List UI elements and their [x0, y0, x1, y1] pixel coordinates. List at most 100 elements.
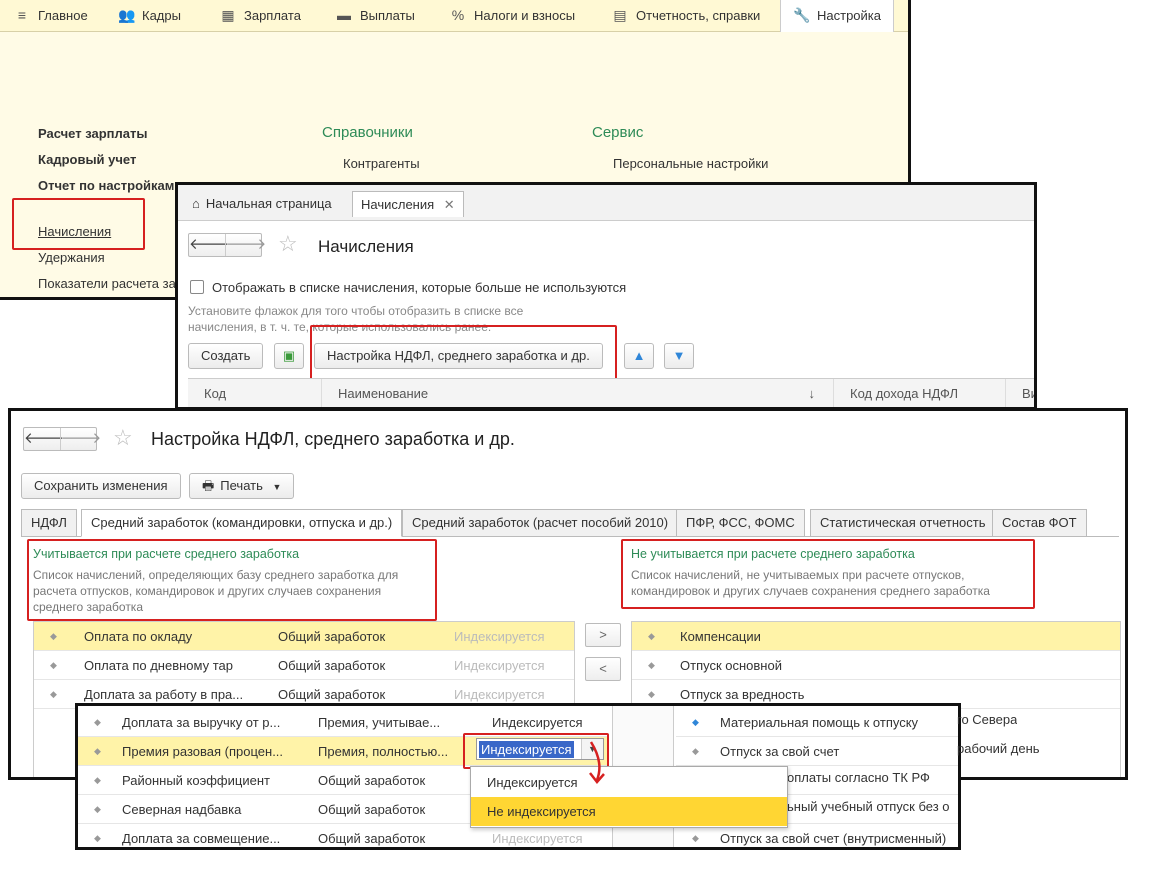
tab-statistics[interactable]: Статистическая отчетность: [810, 509, 996, 537]
row-index: Индексируется: [454, 629, 545, 644]
tab-average-earnings[interactable]: Средний заработок (командировки, отпуска…: [81, 509, 403, 537]
menu-item-label: Настройка: [817, 8, 881, 23]
save-changes-button[interactable]: Сохранить изменения: [21, 473, 181, 499]
menu-item-settings[interactable]: 🔧 Настройка: [780, 0, 894, 32]
percent-icon: %: [451, 7, 465, 23]
row-tail-text: го Севера: [957, 712, 1018, 727]
history-nav: 🡐🡒: [188, 233, 266, 257]
list-item[interactable]: ◆ Отпуск за свой счет: [676, 737, 958, 766]
move-left-button[interactable]: <: [585, 657, 621, 681]
printer-icon: 🖶: [202, 478, 215, 493]
section-salary-calc[interactable]: Расчет зарплаты: [38, 126, 147, 141]
row-name: Премия разовая (процен...: [122, 744, 284, 759]
list-item[interactable]: ◆ Отпуск основной: [632, 651, 1120, 680]
menu-item-label: Главное: [38, 8, 88, 23]
page-tab-bar: ⌂ Начальная страница Начисления ✕: [178, 185, 1034, 221]
option-indexed[interactable]: Индексируется: [471, 768, 787, 797]
column-ndfl-income-code[interactable]: Код дохода НДФЛ: [834, 379, 1006, 407]
row-name: Материальная помощь к отпуску: [720, 715, 919, 730]
menu-item-hr[interactable]: 👥 Кадры: [118, 0, 181, 32]
diamond-icon: ◆: [50, 689, 57, 699]
list-item[interactable]: ◆ Материальная помощь к отпуску: [676, 708, 958, 737]
link-contractors[interactable]: Контрагенты: [343, 156, 420, 171]
column-name[interactable]: Наименование ↓: [322, 379, 834, 407]
tab-fot[interactable]: Состав ФОТ: [992, 509, 1087, 537]
menu-item-label: Кадры: [142, 8, 181, 23]
favorite-star-icon[interactable]: ☆: [278, 231, 298, 257]
section-settings-report[interactable]: Отчет по настройкам: [38, 178, 174, 193]
references-heading: Справочники: [322, 124, 413, 141]
chevron-down-icon: ▼: [272, 482, 282, 492]
list-item[interactable]: ◆ Компенсации: [632, 622, 1120, 651]
accruals-window: ⌂ Начальная страница Начисления ✕ 🡐🡒 ☆ На…: [175, 182, 1037, 410]
diamond-icon: ◆: [94, 833, 101, 843]
tab-label: Начальная страница: [205, 196, 332, 211]
link-deductions[interactable]: Удержания: [38, 250, 105, 265]
accruals-table-header: Код Наименование ↓ Код дохода НДФЛ Ви: [188, 378, 1034, 407]
row-tail-text: оплаты согласно ТК РФ: [787, 770, 930, 785]
service-heading: Сервис: [592, 124, 644, 141]
option-not-indexed[interactable]: Не индексируется: [471, 797, 787, 826]
wrench-icon: 🔧: [793, 7, 811, 23]
menu-item-payments[interactable]: ▬ Выплаты: [336, 0, 415, 32]
menu-item-taxes[interactable]: % Налоги и взносы: [450, 0, 575, 32]
row-kind: Премия, учитывае...: [318, 715, 441, 730]
row-kind: Общий заработок: [278, 658, 386, 673]
chevron-down-icon[interactable]: ▼: [581, 739, 603, 759]
move-right-button[interactable]: >: [585, 623, 621, 647]
tab-ndfl[interactable]: НДФЛ: [21, 509, 77, 537]
print-button[interactable]: 🖶 Печать ▼: [189, 473, 295, 499]
back-arrow-icon[interactable]: 🡐: [24, 428, 64, 450]
menu-item-label: Выплаты: [360, 8, 415, 23]
checkbox-hint: Установите флажок для того чтобы отобраз…: [188, 304, 524, 334]
report-icon: ▤: [613, 7, 627, 23]
diamond-icon: ◆: [692, 746, 699, 756]
row-name: Северная надбавка: [122, 802, 242, 817]
print-label: Печать: [220, 478, 263, 493]
menu-item-salary[interactable]: ▦ Зарплата: [220, 0, 301, 32]
list-item[interactable]: ◆ Оплата по окладу Общий заработок Индек…: [34, 622, 574, 651]
ndfl-settings-button[interactable]: Настройка НДФЛ, среднего заработка и др.: [314, 343, 603, 369]
dropdown-value: Индексируется: [479, 741, 574, 758]
link-indicators[interactable]: Показатели расчета за: [38, 276, 176, 291]
dropdown-popup: Индексируется Не индексируется: [470, 766, 788, 828]
row-kind: Общий заработок: [318, 831, 426, 846]
history-nav: 🡐🡒: [23, 427, 101, 451]
column-code[interactable]: Код: [188, 379, 322, 407]
diamond-icon: ◆: [94, 746, 101, 756]
menu-item-label: Зарплата: [244, 8, 301, 23]
copy-icon[interactable]: ▣: [274, 343, 304, 369]
show-unused-checkbox[interactable]: [190, 280, 204, 294]
link-accruals[interactable]: Начисления: [38, 224, 111, 239]
list-item[interactable]: ◆ Доплата за выручку от р... Премия, учи…: [78, 708, 608, 737]
link-personal-settings[interactable]: Персональные настройки: [613, 156, 768, 171]
column-name-label: Наименование: [338, 386, 429, 401]
forward-arrow-icon[interactable]: 🡒: [60, 428, 101, 450]
move-down-icon[interactable]: ▼: [664, 343, 694, 369]
create-button[interactable]: Создать: [188, 343, 264, 369]
list-item[interactable]: ◆ Оплата по дневному тар Общий заработок…: [34, 651, 574, 680]
close-icon[interactable]: ✕: [444, 197, 455, 212]
forward-arrow-icon[interactable]: 🡒: [225, 234, 266, 256]
move-up-icon[interactable]: ▲: [624, 343, 654, 369]
row-tail-text: рабочий день: [957, 741, 1040, 756]
indexation-dropdown[interactable]: Индексируется ▼: [476, 738, 604, 760]
favorite-star-icon[interactable]: ☆: [113, 425, 133, 451]
row-index: Индексируется: [492, 715, 583, 730]
section-hr-accounting[interactable]: Кадровый учет: [38, 152, 136, 167]
tab-home[interactable]: ⌂ Начальная страница: [184, 191, 340, 217]
excluded-heading: Не учитывается при расчете среднего зара…: [631, 547, 915, 561]
page-title: Начисления: [318, 237, 414, 256]
tab-accruals[interactable]: Начисления ✕: [352, 191, 464, 217]
diamond-icon: ◆: [50, 660, 57, 670]
row-name: Доплата за совмещение...: [122, 831, 281, 846]
menu-item-reports[interactable]: ▤ Отчетность, справки: [612, 0, 760, 32]
diamond-icon: ◆: [50, 631, 57, 641]
top-menu-bar: ≡ Главное 👥 Кадры ▦ Зарплата ▬ Выплаты % Нало…: [0, 0, 908, 32]
show-unused-label[interactable]: Отображать в списке начисления, которые …: [212, 280, 626, 295]
tab-average-benefits[interactable]: Средний заработок (расчет пособий 2010): [402, 509, 679, 537]
column-kind[interactable]: Ви: [1006, 379, 1034, 407]
back-arrow-icon[interactable]: 🡐: [189, 234, 229, 256]
tab-pfr-fss[interactable]: ПФР, ФСС, ФОМС: [676, 509, 805, 537]
menu-item-main[interactable]: ≡ Главное: [14, 0, 88, 32]
